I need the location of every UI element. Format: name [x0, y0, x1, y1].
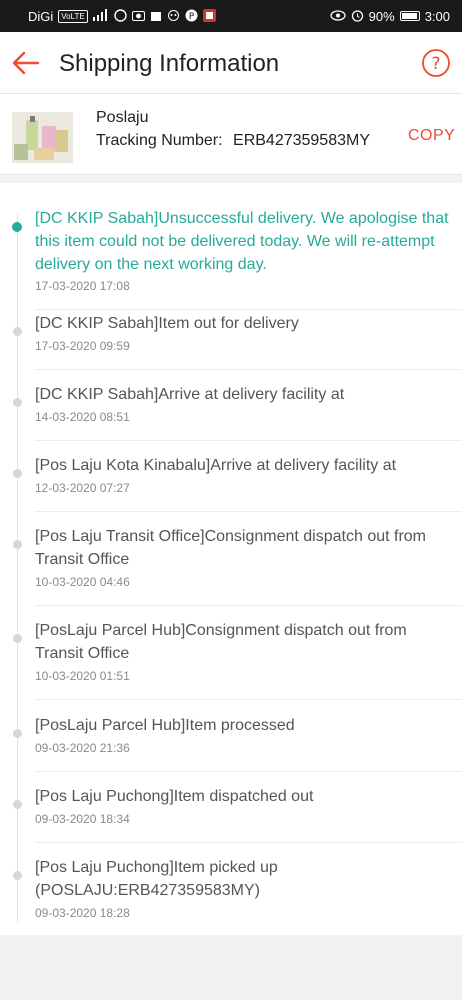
status-dot [13, 800, 22, 809]
event-time: 09-03-2020 21:36 [35, 741, 130, 755]
panda-icon [167, 9, 180, 23]
event-divider [35, 842, 462, 843]
event-description: [Pos Laju Puchong]Item picked up (POSLAJ… [35, 859, 278, 899]
camera-icon [131, 9, 145, 23]
event-divider [35, 511, 462, 512]
status-dot [13, 540, 22, 549]
event-time: 12-03-2020 07:27 [35, 481, 130, 495]
event-time: 09-03-2020 18:34 [35, 812, 130, 826]
carrier-name: DiGi [28, 8, 54, 24]
battery-icon [399, 11, 420, 21]
event-description: [Pos Laju Puchong]Item dispatched out [35, 788, 314, 805]
event-time: 17-03-2020 09:59 [35, 339, 130, 353]
event-divider [35, 771, 462, 772]
back-button[interactable] [10, 47, 42, 79]
status-dot [13, 327, 22, 336]
arrow-left-icon [12, 51, 40, 75]
status-bar: DiGi VoLTE P 90% 3:00 [0, 0, 462, 32]
pinterest-icon: P [185, 9, 198, 24]
status-dot [13, 729, 22, 738]
question-circle-icon: ? [422, 49, 450, 77]
svg-text:?: ? [431, 54, 440, 74]
status-dot [13, 871, 22, 880]
tracking-line: Tracking Number: ERB427359583MY [96, 132, 370, 150]
event-time: 14-03-2020 08:51 [35, 410, 130, 424]
bag-icon [150, 9, 162, 23]
volte-badge: VoLTE [58, 9, 88, 23]
whatsapp-icon [114, 8, 127, 24]
copy-button[interactable]: COPY [408, 127, 455, 145]
event-time: 10-03-2020 04:46 [35, 575, 130, 589]
event-description: [DC KKIP Sabah]Item out for delivery [35, 315, 299, 332]
event-description: [DC KKIP Sabah]Unsuccessful delivery. We… [35, 210, 449, 273]
status-dot-active [12, 222, 22, 232]
help-button[interactable]: ? [421, 48, 451, 78]
status-dot [13, 634, 22, 643]
event-description: [Pos Laju Kota Kinabalu]Arrive at delive… [35, 457, 397, 474]
signal-icon [92, 9, 109, 23]
tracking-number: ERB427359583MY [233, 132, 370, 149]
event-divider [35, 309, 462, 310]
event-divider [35, 605, 462, 606]
status-dot [13, 398, 22, 407]
event-divider [35, 369, 462, 370]
status-left: DiGi VoLTE P [28, 8, 216, 24]
tracking-label: Tracking Number: [96, 132, 223, 149]
event-divider [35, 440, 462, 441]
alarm-icon [351, 9, 364, 24]
event-description: [PosLaju Parcel Hub]Item processed [35, 717, 295, 734]
tracking-timeline: [DC KKIP Sabah]Unsuccessful delivery. We… [0, 183, 462, 935]
status-dot [13, 469, 22, 478]
eye-icon [330, 9, 346, 23]
carrier-name: Poslaju [96, 109, 149, 126]
event-divider [35, 699, 462, 700]
event-description: [DC KKIP Sabah]Arrive at delivery facili… [35, 386, 345, 403]
status-right: 90% 3:00 [330, 9, 450, 24]
carrier-section: Poslaju Tracking Number: ERB427359583MY … [0, 94, 462, 175]
event-time: 17-03-2020 17:08 [35, 279, 130, 293]
battery-percent: 90% [368, 8, 395, 24]
event-description: [PosLaju Parcel Hub]Consignment dispatch… [35, 622, 407, 662]
timeline-line [17, 213, 18, 923]
app-icon [202, 8, 216, 24]
svg-text:P: P [188, 12, 194, 22]
event-time: 09-03-2020 18:28 [35, 906, 130, 920]
clock-time: 3:00 [424, 8, 450, 24]
page-title: Shipping Information [59, 50, 280, 77]
event-description: [Pos Laju Transit Office]Consignment dis… [35, 528, 427, 568]
app-bar: Shipping Information ? [0, 32, 462, 94]
event-time: 10-03-2020 01:51 [35, 669, 130, 683]
product-thumbnail [12, 112, 73, 163]
